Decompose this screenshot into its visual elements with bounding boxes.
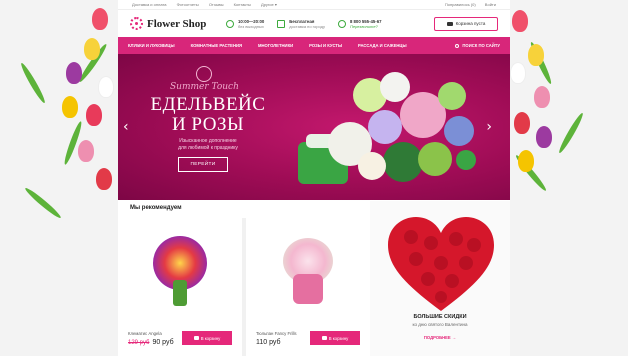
working-hours: 10:00—20:00 без выходных [226,19,264,29]
product-price: 110 руб [256,339,281,346]
hero-cta-button[interactable]: ПЕРЕЙТИ [178,157,228,172]
callback-link[interactable]: Перезвоните? [350,24,382,29]
top-link-contacts[interactable]: Контакты [234,2,251,7]
site-header: Flower Shop 10:00—20:00 без выходных Бес… [118,10,510,37]
slider-next-arrow[interactable]: › [486,119,492,135]
site-logo[interactable]: Flower Shop [130,17,226,30]
hero-title-line1: ЕДЕЛЬВЕЙС [150,94,266,115]
valentine-promo-banner[interactable]: БОЛЬШИЕ СКИДКИ ко дню святого Валентина … [370,201,510,356]
phone-icon [337,19,346,28]
top-link-delivery[interactable]: Доставка и оплата [132,2,167,7]
phone-block: 8 800 555-45-67 Перезвоните? [337,19,382,29]
product-card[interactable]: Клематис Angela 129 руб 90 руб В корзину [118,218,242,356]
product-card[interactable]: Тюльпан Fancy Frills 110 руб В корзину [246,218,370,356]
search-label: Поиск по сайту [462,43,500,48]
logo-text: Flower Shop [147,17,207,30]
product-name[interactable]: Тюльпан Fancy Frills [256,331,297,336]
product-current-price: 110 руб [256,339,281,346]
product-old-price: 129 руб [128,340,150,346]
free-delivery: Бесплатная доставка по городу [277,19,325,29]
login-link[interactable]: Войти [485,2,496,7]
left-tulip-decoration [0,0,120,356]
add-to-cart-button[interactable]: В корзину [182,331,232,345]
hero-subtitle: Изысканное дополнение для любимой к праз… [148,138,268,152]
hero-title: ЕДЕЛЬВЕЙС И РОЗЫ [148,95,268,135]
hours-title: 10:00—20:00 [238,18,265,24]
cart-label: Корзина пуста [455,21,486,26]
add-to-cart-label: В корзину [328,335,349,341]
hero-slider: ‹ › Summer Touch ЕДЕЛЬВЕЙС И РОЗЫ Изыска… [118,54,510,200]
top-link-other-dropdown[interactable]: Другое ▾ [261,2,277,7]
product-current-price: 90 руб [152,339,174,346]
promo-title: БОЛЬШИЕ СКИДКИ [413,314,467,320]
rose-heart-image [388,217,494,311]
nav-item-bulbs[interactable]: Клубки и луковицы [128,43,175,48]
cart-icon [446,21,453,26]
promo-more-link[interactable]: ПОДРОБНЕЕ → [370,335,510,340]
phone-number[interactable]: 8 800 555-45-67 [350,19,382,24]
product-image[interactable] [143,232,217,308]
nav-item-roses[interactable]: Розы и кусты [309,43,342,48]
cart-button[interactable]: Корзина пуста [434,16,498,31]
add-to-cart-label: В корзину [200,335,221,341]
promo-subtitle: ко дню святого Валентина [412,322,468,327]
flower-logo-icon [130,17,143,30]
delivery-sub: доставка по городу [289,23,325,29]
hero-title-line2: И РОЗЫ [171,114,245,135]
top-link-reviews[interactable]: Отзывы [209,2,224,7]
nav-item-perennials[interactable]: Многолетники [258,43,293,48]
favorites-link[interactable]: Понравилось (0) [445,2,476,7]
product-image[interactable] [271,232,345,308]
account-links: Понравилось (0) Войти [437,2,496,7]
hero-subtitle-line2: для любимой к празднику [178,145,238,151]
page-container: Доставка и оплата Фотоотчеты Отзывы Конт… [118,0,510,356]
rose-emblem-icon [196,66,212,82]
recommended-products: Клематис Angela 129 руб 90 руб В корзину … [118,218,370,356]
cart-icon [193,336,199,340]
top-link-photos[interactable]: Фотоотчеты [177,2,199,7]
recommended-title: Мы рекомендуем [130,205,182,211]
slider-prev-arrow[interactable]: ‹ [123,119,129,135]
hero-script-title: Summer Touch [170,82,239,92]
cart-icon [321,336,327,340]
product-price: 129 руб 90 руб [128,339,174,346]
nav-search[interactable]: Поиск по сайту [455,43,500,48]
hero-subtitle-line1: Изысканное дополнение [179,138,237,144]
add-to-cart-button[interactable]: В корзину [310,331,360,345]
right-tulip-decoration [508,0,628,356]
truck-icon [277,19,286,28]
top-utility-bar: Доставка и оплата Фотоотчеты Отзывы Конт… [118,0,510,10]
product-name[interactable]: Клематис Angela [128,331,162,336]
nav-item-houseplants[interactable]: Комнатные растения [191,43,242,48]
main-navigation: Клубки и луковицы Комнатные растения Мно… [118,37,510,54]
nav-item-seedlings[interactable]: Рассада и саженцы [358,43,407,48]
top-links: Доставка и оплата Фотоотчеты Отзывы Конт… [132,2,286,7]
hero-bouquet-image [288,72,478,197]
search-icon [455,43,460,48]
clock-icon [226,19,234,28]
hours-sub: без выходных [238,23,264,29]
